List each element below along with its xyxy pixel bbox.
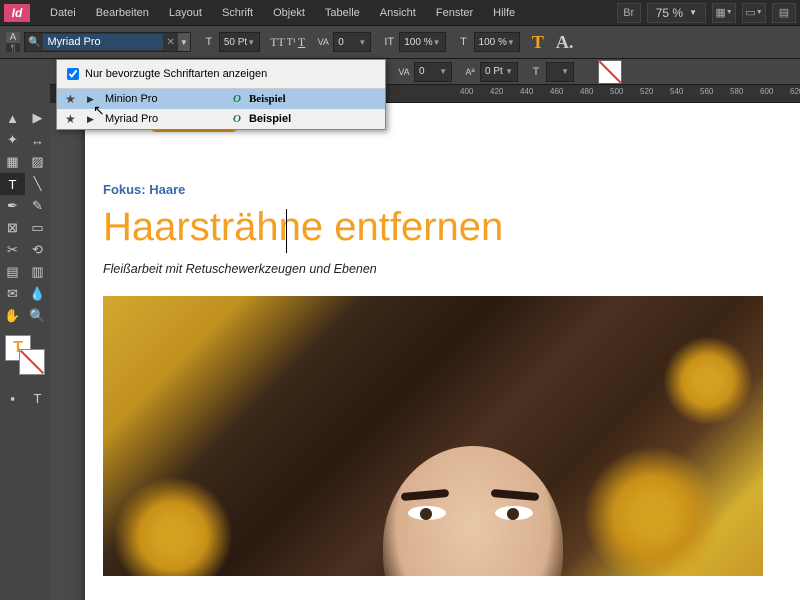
opentype-icon: O bbox=[233, 93, 241, 105]
menu-objekt[interactable]: Objekt bbox=[263, 3, 315, 23]
font-sample: Beispiel bbox=[249, 113, 291, 125]
font-size-icon: T bbox=[201, 36, 217, 48]
skew-field[interactable]: ▼ bbox=[546, 62, 574, 82]
view-options-icon[interactable]: ▦▼ bbox=[712, 3, 736, 23]
tracking-value: 0 bbox=[419, 66, 425, 77]
eyedropper-tool[interactable]: 💧 bbox=[25, 283, 50, 305]
font-size-field[interactable]: 50 Pt▼ bbox=[219, 32, 260, 52]
hscale-field[interactable]: 100 %▼ bbox=[474, 32, 520, 52]
line-tool[interactable]: ╲ bbox=[25, 173, 50, 195]
font-name: Minion Pro bbox=[105, 93, 225, 105]
font-item-minion[interactable]: ★ ▶ Minion Pro O Beispiel bbox=[57, 89, 385, 109]
text-cursor bbox=[286, 209, 287, 253]
scissors-tool[interactable]: ✂ bbox=[0, 239, 25, 261]
menu-bearbeiten[interactable]: Bearbeiten bbox=[86, 3, 159, 23]
favorites-only-checkbox[interactable] bbox=[67, 68, 79, 80]
menu-layout[interactable]: Layout bbox=[159, 3, 212, 23]
zoom-value: 75 % bbox=[656, 6, 683, 20]
page: How-to Fokus: Haare Haarsträhne entferne… bbox=[85, 103, 800, 600]
gradient-swatch-tool[interactable]: ▤ bbox=[0, 261, 25, 283]
note-tool[interactable]: ✉ bbox=[0, 283, 25, 305]
vscale-value: 100 % bbox=[404, 37, 432, 48]
no-fill-swatch[interactable] bbox=[598, 60, 622, 84]
menu-schrift[interactable]: Schrift bbox=[212, 3, 263, 23]
rectangle-tool[interactable]: ▭ bbox=[25, 217, 50, 239]
control-bar: A ¶ 🔍 ✕ ▼ T 50 Pt▼ TT T¹ T VA 0▼ IT 100 … bbox=[0, 26, 800, 59]
allcaps-icon[interactable]: TT bbox=[270, 35, 285, 50]
star-icon[interactable]: ★ bbox=[65, 112, 79, 126]
app-logo: Id bbox=[4, 4, 30, 22]
superscript-icon[interactable]: T¹ bbox=[287, 37, 296, 48]
pen-tool[interactable]: ✒ bbox=[0, 195, 25, 217]
fill-stroke-swatch[interactable]: T bbox=[5, 335, 45, 375]
hscale-value: 100 % bbox=[479, 37, 507, 48]
direct-selection-tool[interactable]: ▶ bbox=[25, 107, 50, 129]
selection-tool[interactable]: ▲ bbox=[0, 107, 25, 129]
char-style-icon[interactable]: T bbox=[532, 32, 544, 53]
bridge-icon[interactable]: Br bbox=[617, 3, 641, 23]
baseline-value: 0 Pt bbox=[485, 66, 503, 77]
font-family-field[interactable]: 🔍 ✕ ▼ bbox=[24, 32, 191, 52]
kerning-icon: VA bbox=[315, 37, 331, 47]
baseline-icon: Aª bbox=[462, 67, 478, 77]
gap-tool[interactable]: ↔ bbox=[25, 129, 50, 151]
format-text-btn[interactable]: T bbox=[25, 387, 50, 409]
fill-a-icon[interactable]: A. bbox=[552, 32, 578, 53]
char-mode-toggle[interactable]: A bbox=[6, 32, 20, 43]
menu-datei[interactable]: Datei bbox=[40, 3, 86, 23]
rectangle-frame-tool[interactable]: ⊠ bbox=[0, 217, 25, 239]
menu-ansicht[interactable]: Ansicht bbox=[370, 3, 426, 23]
tracking-field[interactable]: 0▼ bbox=[414, 62, 452, 82]
opentype-icon: O bbox=[233, 113, 241, 125]
font-sample: Beispiel bbox=[249, 93, 286, 105]
article-subtitle: Fleißarbeit mit Retuschewerkzeugen und E… bbox=[103, 262, 800, 276]
zoom-dropdown[interactable]: 75 %▼ bbox=[647, 3, 706, 23]
search-icon: 🔍 bbox=[25, 37, 43, 48]
kerning-field[interactable]: 0▼ bbox=[333, 32, 371, 52]
tracking-icon: VA bbox=[396, 67, 412, 77]
skew-t-icon: T bbox=[528, 66, 544, 78]
menu-hilfe[interactable]: Hilfe bbox=[483, 3, 525, 23]
expand-icon[interactable]: ▶ bbox=[87, 94, 97, 105]
favorites-only-label: Nur bevorzugte Schriftarten anzeigen bbox=[85, 68, 267, 80]
kerning-value: 0 bbox=[338, 37, 344, 48]
font-name: Myriad Pro bbox=[105, 113, 225, 125]
main-menubar: Id Datei Bearbeiten Layout Schrift Objek… bbox=[0, 0, 800, 26]
hscale-icon: T bbox=[456, 36, 472, 48]
menu-tabelle[interactable]: Tabelle bbox=[315, 3, 370, 23]
gradient-feather-tool[interactable]: ▥ bbox=[25, 261, 50, 283]
content-collector-tool[interactable]: ▦ bbox=[0, 151, 25, 173]
hand-tool[interactable]: ✋ bbox=[0, 305, 25, 327]
underline-icon[interactable]: T bbox=[298, 35, 305, 50]
para-mode-toggle[interactable]: ¶ bbox=[6, 43, 20, 53]
article-photo bbox=[103, 296, 763, 576]
screen-mode-icon[interactable]: ▭▼ bbox=[742, 3, 766, 23]
baseline-field[interactable]: 0 Pt▼ bbox=[480, 62, 518, 82]
tools-panel: ▲▶ ✦↔ ▦▨ T╲ ✒✎ ⊠▭ ✂⟲ ▤▥ ✉💧 ✋🔍 T ▪T bbox=[0, 59, 50, 600]
type-tool[interactable]: T bbox=[0, 173, 25, 195]
vscale-icon: IT bbox=[381, 36, 397, 48]
clear-icon[interactable]: ✕ bbox=[163, 37, 177, 48]
menu-fenster[interactable]: Fenster bbox=[426, 3, 483, 23]
chevron-down-icon[interactable]: ▼ bbox=[178, 33, 190, 51]
page-tool[interactable]: ✦ bbox=[0, 129, 25, 151]
font-family-dropdown: Nur bevorzugte Schriftarten anzeigen ★ ▶… bbox=[56, 59, 386, 130]
arrange-icon[interactable]: ▤ bbox=[772, 3, 796, 23]
star-icon[interactable]: ★ bbox=[65, 92, 79, 106]
article-title-text: Haarsträhne entfernen bbox=[103, 205, 503, 249]
zoom-tool[interactable]: 🔍 bbox=[25, 305, 50, 327]
apply-color-btn[interactable]: ▪ bbox=[0, 387, 25, 409]
content-placer-tool[interactable]: ▨ bbox=[25, 151, 50, 173]
document-canvas[interactable]: How-to Fokus: Haare Haarsträhne entferne… bbox=[50, 103, 800, 600]
article-title[interactable]: Haarsträhne entfernen bbox=[103, 205, 800, 250]
font-item-myriad[interactable]: ★ ▶ Myriad Pro O Beispiel bbox=[57, 109, 385, 129]
vscale-field[interactable]: 100 %▼ bbox=[399, 32, 445, 52]
free-transform-tool[interactable]: ⟲ bbox=[25, 239, 50, 261]
font-size-value: 50 Pt bbox=[224, 37, 247, 48]
font-family-input[interactable] bbox=[43, 34, 163, 50]
pencil-tool[interactable]: ✎ bbox=[25, 195, 50, 217]
font-list[interactable]: ★ ▶ Minion Pro O Beispiel ★ ▶ Myriad Pro… bbox=[57, 89, 385, 129]
expand-icon[interactable]: ▶ bbox=[87, 114, 97, 125]
fokus-heading: Fokus: Haare bbox=[103, 182, 800, 197]
